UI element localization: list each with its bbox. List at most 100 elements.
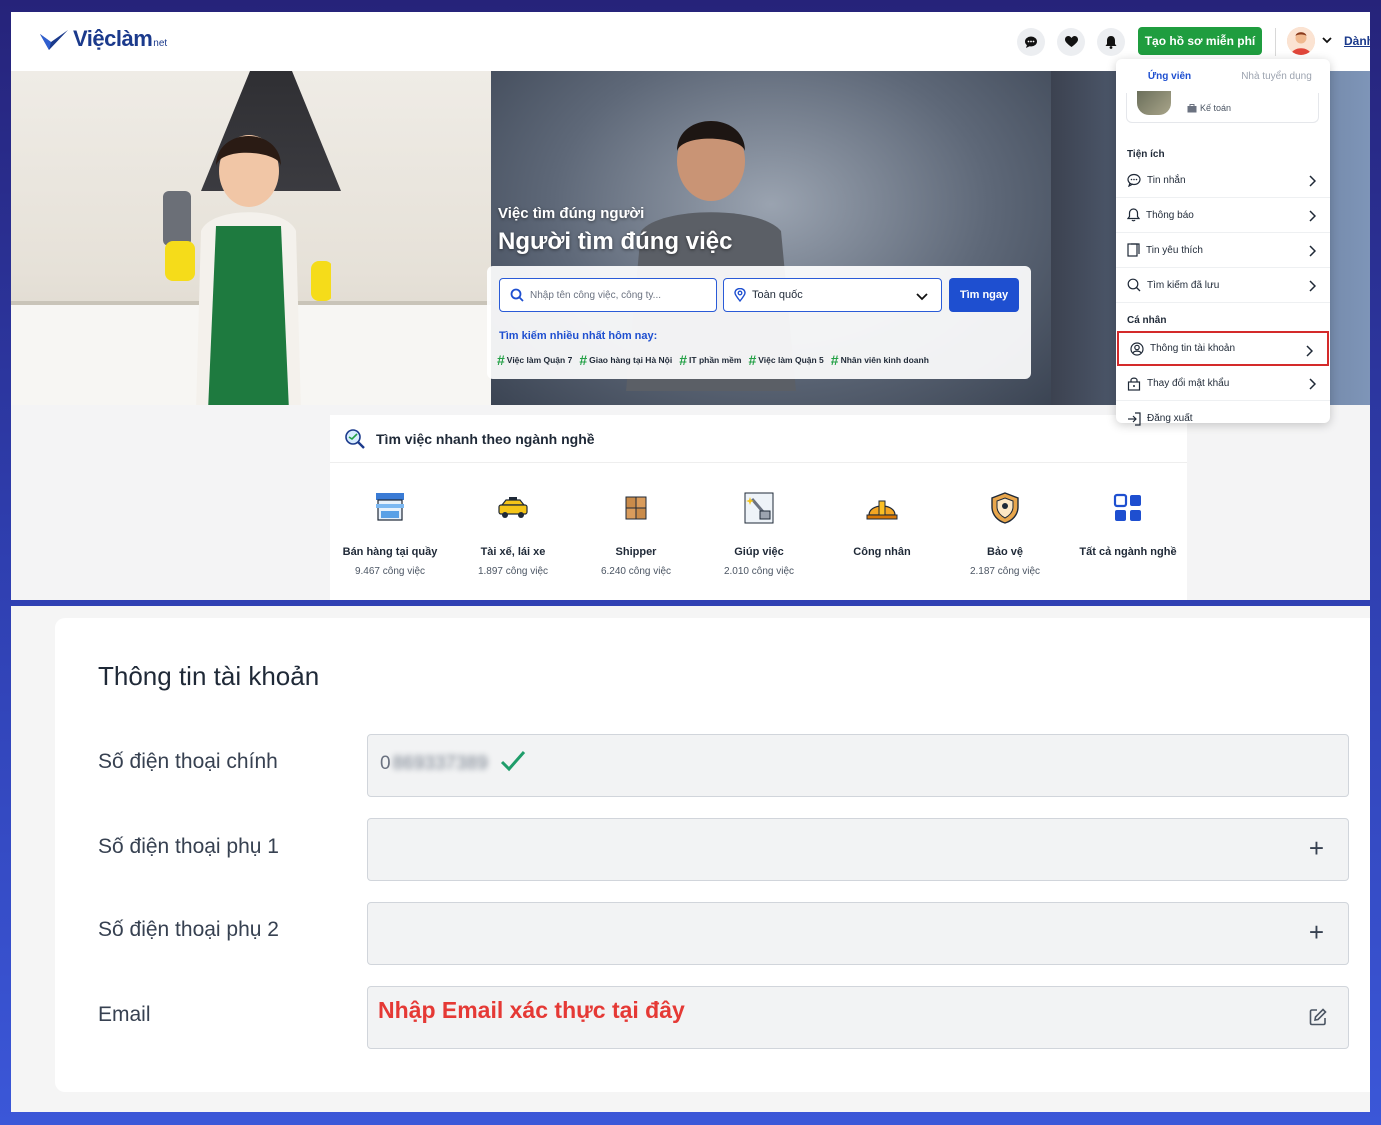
kitchen-photo: [11, 71, 491, 405]
search-icon: [510, 288, 524, 302]
category-item[interactable]: Bảo vệ 2.187 công việc: [946, 491, 1064, 577]
trending-tag[interactable]: # IT phần mềm: [679, 352, 741, 368]
menu-item-messages[interactable]: Tin nhắn: [1116, 163, 1330, 198]
hash-icon: #: [579, 352, 588, 368]
primary-phone-label: Số điện thoại chính: [98, 750, 278, 773]
menu-item-favorites[interactable]: Tin yêu thích: [1116, 233, 1330, 268]
tab-employer[interactable]: Nhà tuyển dụng: [1223, 59, 1330, 93]
trending-title: Tìm kiếm nhiều nhất hôm nay:: [499, 330, 658, 342]
trending-list: # Việc làm Quận 7 # Giao hàng tại Hà Nội #…: [497, 352, 929, 368]
logo-text: Việclàm: [73, 26, 153, 51]
shop-icon: [376, 493, 404, 521]
menu-item-label: Thông tin tài khoản: [1150, 343, 1236, 354]
category-count: 2.187 công việc: [969, 566, 1041, 577]
hash-icon: #: [830, 352, 839, 368]
category-item[interactable]: Tài xế, lái xe 1.897 công việc: [454, 491, 572, 577]
edit-icon[interactable]: [1308, 1007, 1328, 1027]
menu-item-label: Tin yêu thích: [1146, 244, 1203, 256]
profile-thumbnail: [1137, 91, 1171, 115]
chat-icon[interactable]: [1017, 28, 1045, 56]
add-phone-1-button[interactable]: +: [1309, 835, 1324, 861]
chevron-right-icon: [1309, 245, 1316, 257]
user-circle-icon: [1130, 341, 1144, 356]
user-dropdown-menu: Ứng viên Nhà tuyển dụng Kế toán Tiện ích…: [1116, 59, 1330, 426]
tab-candidate[interactable]: Ứng viên: [1116, 59, 1223, 93]
trending-tag-label: Giao hàng tại Hà Nội: [589, 355, 673, 365]
job-search-placeholder: Nhập tên công việc, công ty...: [530, 289, 662, 301]
category-name: Bán hàng tại quầy: [342, 546, 438, 558]
menu-item-change-password[interactable]: Thay đổi mật khẩu: [1116, 366, 1330, 401]
menu-item-label: Tìm kiếm đã lưu: [1147, 279, 1220, 291]
category-count: 2.010 công việc: [723, 566, 795, 577]
trending-tag-label: Việc làm Quận 5: [758, 355, 824, 365]
category-name: Giúp việc: [734, 546, 784, 558]
page-title: Thông tin tài khoản: [98, 661, 320, 691]
section-personal: Cá nhân: [1127, 315, 1167, 326]
location-pin-icon: [734, 288, 746, 302]
profile-job: Kế toán: [1187, 103, 1231, 113]
menu-item-saved-searches[interactable]: Tìm kiếm đã lưu: [1116, 268, 1330, 303]
phone-prefix: 0: [380, 753, 391, 774]
heart-icon[interactable]: [1057, 28, 1085, 56]
hero-title: Người tìm đúng việc: [498, 228, 733, 255]
hero-subtitle: Việc tìm đúng người: [498, 205, 645, 222]
chevron-down-icon[interactable]: [1321, 34, 1333, 46]
category-item[interactable]: Shipper 6.240 công việc: [577, 491, 695, 577]
trending-tag[interactable]: # Giao hàng tại Hà Nội: [579, 352, 672, 368]
trending-tag-label: Nhân viên kinh doanh: [840, 355, 929, 365]
section-utilities: Tiện ích: [1127, 149, 1165, 160]
menu-item-label: Thông báo: [1146, 209, 1194, 221]
category-item[interactable]: Tất cả ngành nghề: [1069, 491, 1187, 566]
chevron-right-icon: [1309, 175, 1316, 187]
menu-item-account-info[interactable]: Thông tin tài khoản: [1117, 331, 1329, 366]
secondary-phone-2-field[interactable]: +: [367, 902, 1349, 965]
header-divider: [1275, 28, 1276, 56]
add-phone-2-button[interactable]: +: [1309, 919, 1324, 945]
trending-tag-label: IT phần mềm: [689, 355, 742, 365]
chevron-right-icon: [1306, 345, 1313, 357]
taxi-icon: [498, 497, 528, 518]
avatar[interactable]: [1287, 27, 1315, 55]
search-list-icon: [345, 428, 365, 449]
chevron-right-icon: [1309, 280, 1316, 292]
category-count: 1.897 công việc: [477, 566, 549, 577]
search-button[interactable]: Tìm ngay: [949, 278, 1019, 312]
category-item[interactable]: Bán hàng tại quầy 9.467 công việc: [331, 491, 449, 577]
menu-tabs: Ứng viên Nhà tuyển dụng: [1116, 59, 1330, 93]
category-name: Bảo vệ: [986, 546, 1024, 558]
quick-jobs-header: Tìm việc nhanh theo ngành nghề: [330, 415, 1187, 463]
lock-icon: [1127, 377, 1141, 391]
boxes-icon: [625, 496, 647, 520]
job-search-input[interactable]: Nhập tên công việc, công ty...: [499, 278, 717, 312]
employer-link[interactable]: Dành: [1344, 34, 1370, 48]
cleaning-icon: [744, 492, 774, 524]
bell-icon[interactable]: [1097, 28, 1125, 56]
trending-tag[interactable]: # Nhân viên kinh doanh: [831, 352, 929, 368]
account-info-card: Thông tin tài khoản Số điện thoại chính …: [55, 618, 1370, 1092]
trending-tag[interactable]: # Việc làm Quận 7: [497, 352, 572, 368]
logo-check-icon: [40, 30, 68, 50]
logout-icon: [1128, 411, 1141, 426]
create-profile-button[interactable]: Tạo hồ sơ miễn phí: [1138, 27, 1262, 55]
phone-masked: 869337389: [392, 753, 488, 774]
category-item[interactable]: Công nhân: [823, 491, 941, 566]
profile-card[interactable]: Kế toán: [1126, 91, 1319, 123]
secondary-phone-1-field[interactable]: +: [367, 818, 1349, 881]
quick-jobs-section: Tìm việc nhanh theo ngành nghề Bán hàng …: [330, 415, 1187, 600]
category-name: Tài xế, lái xe: [480, 546, 546, 558]
menu-item-notifications[interactable]: Thông báo: [1116, 198, 1330, 233]
email-placeholder: Nhập Email xác thực tại đây: [378, 997, 685, 1023]
trending-tag-label: Việc làm Quận 7: [506, 355, 573, 365]
shield-icon: [991, 492, 1019, 524]
menu-item-logout[interactable]: Đăng xuất: [1116, 401, 1330, 436]
menu-item-label: Tin nhắn: [1147, 174, 1186, 186]
primary-phone-field: 0 869337389: [367, 734, 1349, 797]
menu-item-label: Thay đổi mật khẩu: [1147, 377, 1230, 389]
location-select[interactable]: Toàn quốc: [723, 278, 942, 312]
search-panel: Nhập tên công việc, công ty... Toàn quốc…: [487, 266, 1031, 379]
site-logo[interactable]: Việclàm net: [39, 26, 167, 52]
category-item[interactable]: Giúp việc 2.010 công việc: [700, 491, 818, 577]
email-field[interactable]: Nhập Email xác thực tại đây: [367, 986, 1349, 1049]
trending-tag[interactable]: # Việc làm Quận 5: [748, 352, 823, 368]
secondary-phone-1-label: Số điện thoại phụ 1: [98, 835, 279, 858]
